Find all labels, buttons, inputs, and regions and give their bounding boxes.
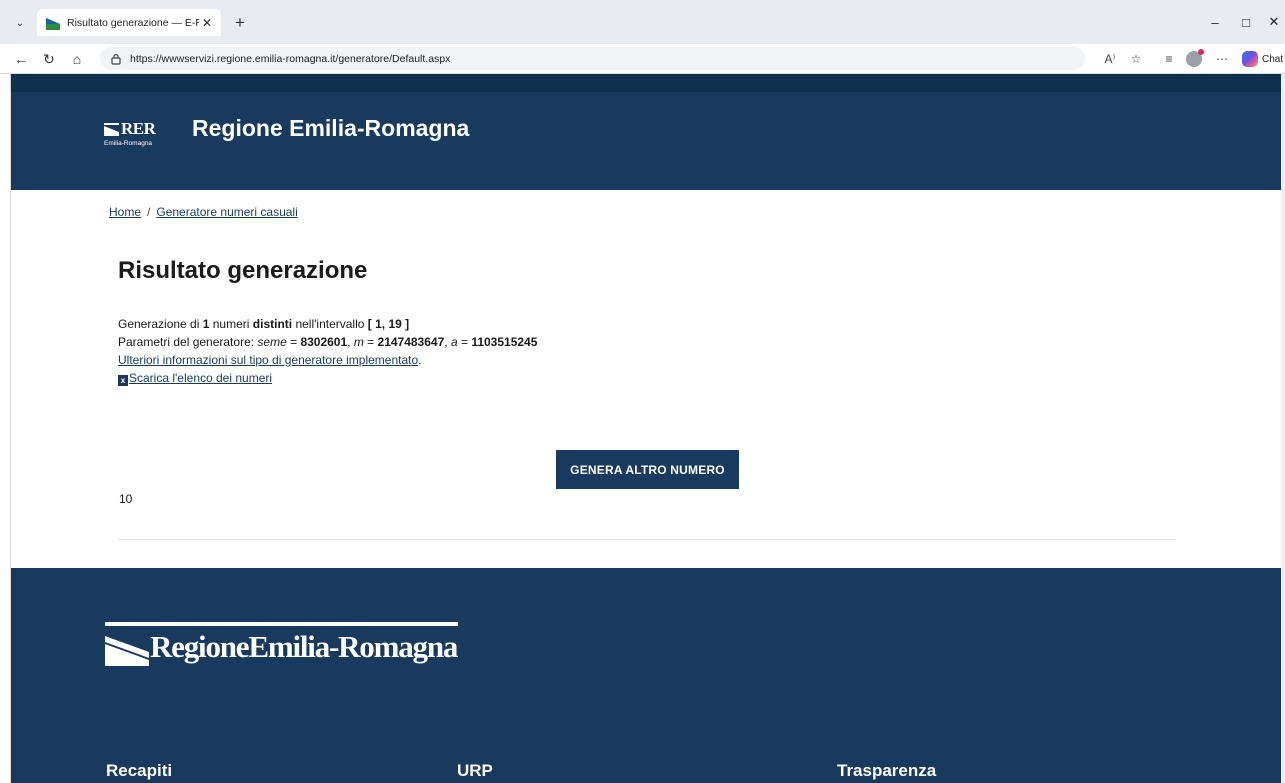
- equals-2: =: [363, 335, 378, 349]
- summary-text-1: Generazione di: [118, 317, 203, 331]
- footer-column-trasparenza: Trasparenza: [837, 761, 937, 780]
- params-label: Parametri del generatore:: [118, 335, 258, 349]
- tab-list-chevron-icon[interactable]: ⌄: [9, 13, 31, 33]
- sep-2: ,: [444, 335, 451, 349]
- back-arrow-icon[interactable]: ←: [10, 48, 32, 70]
- sidebar-edge: [0, 74, 11, 783]
- generated-number: 10: [119, 492, 133, 506]
- site-header: RER Emilia-Romagna Regione Emilia-Romagn…: [11, 92, 1281, 190]
- home-icon[interactable]: ⌂: [66, 48, 88, 70]
- address-bar[interactable]: https://wwwservizi.regione.emilia-romagn…: [100, 47, 1085, 70]
- equals-3: =: [457, 335, 472, 349]
- rer-flag-icon: [104, 122, 119, 136]
- generate-another-button[interactable]: GENERA ALTRO NUMERO: [556, 450, 739, 489]
- address-url: https://wwwservizi.regione.emilia-romagn…: [130, 52, 451, 65]
- generation-info: Generazione di 1 numeri distinti nell'in…: [118, 315, 537, 387]
- site-name[interactable]: Regione Emilia-Romagna: [192, 115, 469, 142]
- web-page: RER Emilia-Romagna Regione Emilia-Romagn…: [11, 74, 1281, 783]
- copilot-label: Chat: [1262, 53, 1284, 65]
- a-label: a: [450, 335, 458, 349]
- a-value: 1103515245: [471, 335, 538, 349]
- window-close-icon[interactable]: ✕: [1264, 12, 1284, 32]
- footer-logo-bar: [105, 622, 458, 626]
- generator-info-link[interactable]: Ulteriori informazioni sul tipo di gener…: [118, 353, 418, 367]
- read-aloud-icon[interactable]: A⁾: [1100, 49, 1120, 69]
- top-strip: [11, 74, 1281, 92]
- footer-column-recapiti: Recapiti: [106, 761, 173, 780]
- site-info-icon[interactable]: [110, 53, 122, 65]
- summary-text-2: numeri: [209, 317, 253, 331]
- copilot-icon: [1242, 51, 1258, 67]
- favorite-star-icon[interactable]: ☆: [1126, 49, 1146, 69]
- window-minimize-icon[interactable]: –: [1205, 12, 1225, 32]
- rer-logo-text: RER: [121, 119, 156, 138]
- breadcrumb-separator: /: [147, 205, 151, 219]
- seed-value: 8302601: [300, 335, 348, 349]
- excel-file-icon: x: [118, 375, 128, 386]
- m-value: 2147483647: [377, 335, 445, 349]
- summary-interval: [ 1, 19 ]: [367, 317, 410, 331]
- footer-logo[interactable]: RegioneEmilia-Romagna: [105, 622, 458, 666]
- breadcrumb-current-link[interactable]: Generatore numeri casuali: [156, 205, 297, 219]
- footer-column-urp: URP: [457, 761, 493, 780]
- copilot-chat-button[interactable]: Chat: [1242, 50, 1285, 68]
- equals-1: =: [286, 335, 301, 349]
- more-info-line: Ulteriori informazioni sul tipo di gener…: [118, 351, 537, 369]
- window-maximize-icon[interactable]: □: [1236, 12, 1256, 32]
- browser-tab-bar: ⌄ Risultato generazione — E-R Il po ✕ + …: [0, 0, 1285, 44]
- favorites-list-icon[interactable]: ≡: [1159, 49, 1179, 69]
- footer-logo-text: RegioneEmilia-Romagna: [150, 629, 458, 664]
- page-title: Risultato generazione: [118, 257, 368, 284]
- download-line: x Scarica l'elenco dei numeri: [118, 369, 537, 387]
- rer-favicon-icon: [46, 15, 60, 30]
- summary-text-3: nell'intervallo: [292, 317, 368, 331]
- new-tab-plus-icon[interactable]: +: [230, 13, 250, 33]
- seed-label: seme: [257, 335, 287, 349]
- download-numbers-link[interactable]: Scarica l'elenco dei numeri: [129, 371, 272, 385]
- breadcrumb-home-link[interactable]: Home: [109, 205, 141, 219]
- more-options-icon[interactable]: ⋯: [1212, 49, 1232, 69]
- site-footer: RegioneEmilia-Romagna Recapiti URP Trasp…: [11, 568, 1281, 783]
- summary-kind: distinti: [252, 317, 293, 331]
- reload-icon[interactable]: ↻: [38, 48, 60, 70]
- tab-title: Risultato generazione — E-R Il po: [67, 16, 199, 29]
- rer-logo-subtext: Emilia-Romagna: [104, 140, 153, 147]
- breadcrumb: Home / Generatore numeri casuali: [109, 205, 298, 219]
- m-label: m: [353, 335, 364, 349]
- rer-logo[interactable]: RER Emilia-Romagna: [104, 119, 164, 159]
- browser-tab-active[interactable]: Risultato generazione — E-R Il po ✕: [37, 9, 221, 36]
- content-divider: [118, 539, 1176, 540]
- tab-close-icon[interactable]: ✕: [199, 15, 215, 31]
- footer-flag-icon: [105, 636, 149, 666]
- more-info-suffix: .: [418, 353, 422, 367]
- profile-avatar-icon[interactable]: [1186, 49, 1204, 67]
- generation-summary: Generazione di 1 numeri distinti nell'in…: [118, 315, 537, 333]
- sep-1: ,: [347, 335, 354, 349]
- generator-parameters: Parametri del generatore: seme = 8302601…: [118, 333, 537, 351]
- browser-toolbar: ← ↻ ⌂ https://wwwservizi.regione.emilia-…: [0, 44, 1285, 74]
- page-scrollbar[interactable]: [1281, 74, 1285, 783]
